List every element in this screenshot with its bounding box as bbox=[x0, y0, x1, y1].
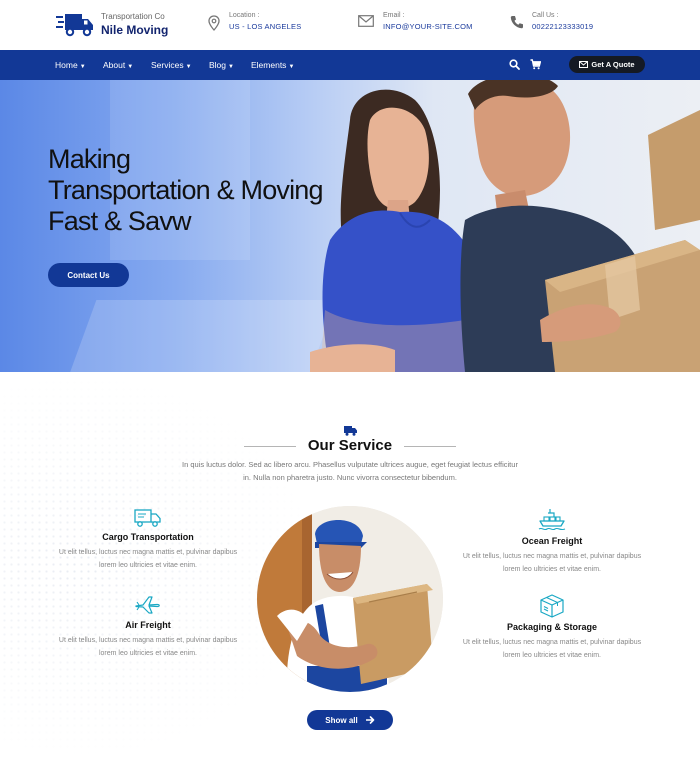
ship-icon bbox=[538, 509, 566, 531]
location-info: Location : US - LOS ANGELES bbox=[208, 12, 301, 31]
service-text: Ut elit tellus, luctus nec magna mattis … bbox=[58, 549, 238, 569]
chevron-down-icon: ▼ bbox=[288, 64, 295, 70]
chevron-down-icon: ▼ bbox=[79, 64, 86, 70]
nav-item-label: Blog bbox=[209, 60, 227, 70]
heading-divider bbox=[404, 446, 456, 447]
call-info: Call Us : 00222123333019 bbox=[510, 12, 593, 31]
section-heading: Our Service bbox=[244, 437, 456, 455]
show-all-label: Show all bbox=[325, 715, 358, 725]
hero-couple-image bbox=[310, 80, 700, 372]
contact-us-button[interactable]: Contact Us bbox=[48, 263, 129, 287]
nav-item-elements[interactable]: Elements ▼ bbox=[251, 50, 294, 80]
nav-item-blog[interactable]: Blog ▼ bbox=[209, 50, 234, 80]
email-label: Email : bbox=[383, 12, 405, 19]
nav-item-home[interactable]: Home ▼ bbox=[55, 50, 86, 80]
location-label: Location : bbox=[229, 12, 260, 19]
envelope-icon bbox=[579, 61, 589, 68]
search-icon[interactable] bbox=[509, 59, 520, 70]
brand-logo[interactable]: Transportation Co Nile Moving bbox=[56, 11, 168, 37]
hero-title-line: Transportation & Moving bbox=[48, 175, 324, 205]
brand-name: Nile Moving bbox=[101, 22, 169, 37]
main-nav: Home ▼ About ▼ Services ▼ Blog ▼ Elements ▼ G… bbox=[0, 50, 700, 80]
service-text: Ut elit tellus, luctus nec magna mattis … bbox=[58, 637, 238, 657]
nav-item-services[interactable]: Services ▼ bbox=[151, 50, 192, 80]
airplane-icon bbox=[135, 596, 160, 614]
show-all-button[interactable]: Show all bbox=[307, 710, 393, 730]
email-value[interactable]: INFO@YOUR-SITE.COM bbox=[383, 22, 473, 31]
box-icon bbox=[540, 594, 564, 618]
services-section: Our Service In quis luctus dolor. Sed ac… bbox=[0, 372, 700, 760]
service-ocean-freight[interactable]: Ocean Freight Ut elit tellus, luctus nec… bbox=[462, 508, 642, 576]
service-name: Air Freight bbox=[125, 620, 171, 630]
service-text: Ut elit tellus, luctus nec magna mattis … bbox=[462, 639, 642, 659]
brand-tagline: Transportation Co bbox=[101, 11, 165, 21]
hero-title-line: Making bbox=[48, 144, 131, 174]
truck-icon bbox=[344, 426, 357, 436]
hero-banner: Making Transportation & Moving Fast & Sa… bbox=[0, 80, 700, 372]
nav-item-label: About bbox=[103, 60, 126, 70]
map-pin-icon bbox=[208, 15, 220, 31]
nav-item-label: Home bbox=[55, 60, 78, 70]
get-quote-label: Get A Quote bbox=[591, 60, 635, 69]
top-bar: Transportation Co Nile Moving Location :… bbox=[0, 0, 700, 50]
call-value[interactable]: 00222123333019 bbox=[532, 22, 593, 31]
chevron-down-icon: ▼ bbox=[185, 64, 192, 70]
delivery-worker-image bbox=[257, 506, 443, 692]
email-info: Email : INFO@YOUR-SITE.COM bbox=[358, 12, 473, 31]
section-description: In quis luctus dolor. Sed ac libero arcu… bbox=[182, 460, 518, 482]
cart-icon[interactable] bbox=[530, 59, 541, 70]
nav-item-label: Services bbox=[151, 60, 184, 70]
service-cargo-transportation[interactable]: Cargo Transportation Ut elit tellus, luc… bbox=[58, 508, 238, 572]
nav-item-label: Elements bbox=[251, 60, 287, 70]
service-name: Ocean Freight bbox=[521, 536, 583, 546]
phone-icon bbox=[510, 16, 523, 29]
hero-title-line: Fast & Savw bbox=[48, 206, 192, 236]
location-value: US - LOS ANGELES bbox=[229, 22, 302, 31]
arrow-right-icon bbox=[365, 716, 375, 724]
call-label: Call Us : bbox=[532, 12, 559, 19]
truck-icon bbox=[56, 14, 93, 37]
service-name: Packaging & Storage bbox=[506, 622, 598, 632]
service-air-freight[interactable]: Air Freight Ut elit tellus, luctus nec m… bbox=[58, 594, 238, 660]
envelope-icon bbox=[358, 15, 374, 27]
nav-item-about[interactable]: About ▼ bbox=[103, 50, 133, 80]
service-name: Cargo Transportation bbox=[102, 532, 194, 542]
hero-title: Making Transportation & Moving Fast & Sa… bbox=[48, 144, 324, 237]
truck-icon bbox=[134, 509, 161, 527]
chevron-down-icon: ▼ bbox=[127, 64, 134, 70]
chevron-down-icon: ▼ bbox=[228, 64, 234, 70]
service-text: Ut elit tellus, luctus nec magna mattis … bbox=[462, 553, 642, 573]
service-packaging-storage[interactable]: Packaging & Storage Ut elit tellus, luct… bbox=[462, 594, 642, 662]
get-quote-button[interactable]: Get A Quote bbox=[569, 56, 645, 73]
delivery-worker-illustration bbox=[257, 506, 443, 692]
